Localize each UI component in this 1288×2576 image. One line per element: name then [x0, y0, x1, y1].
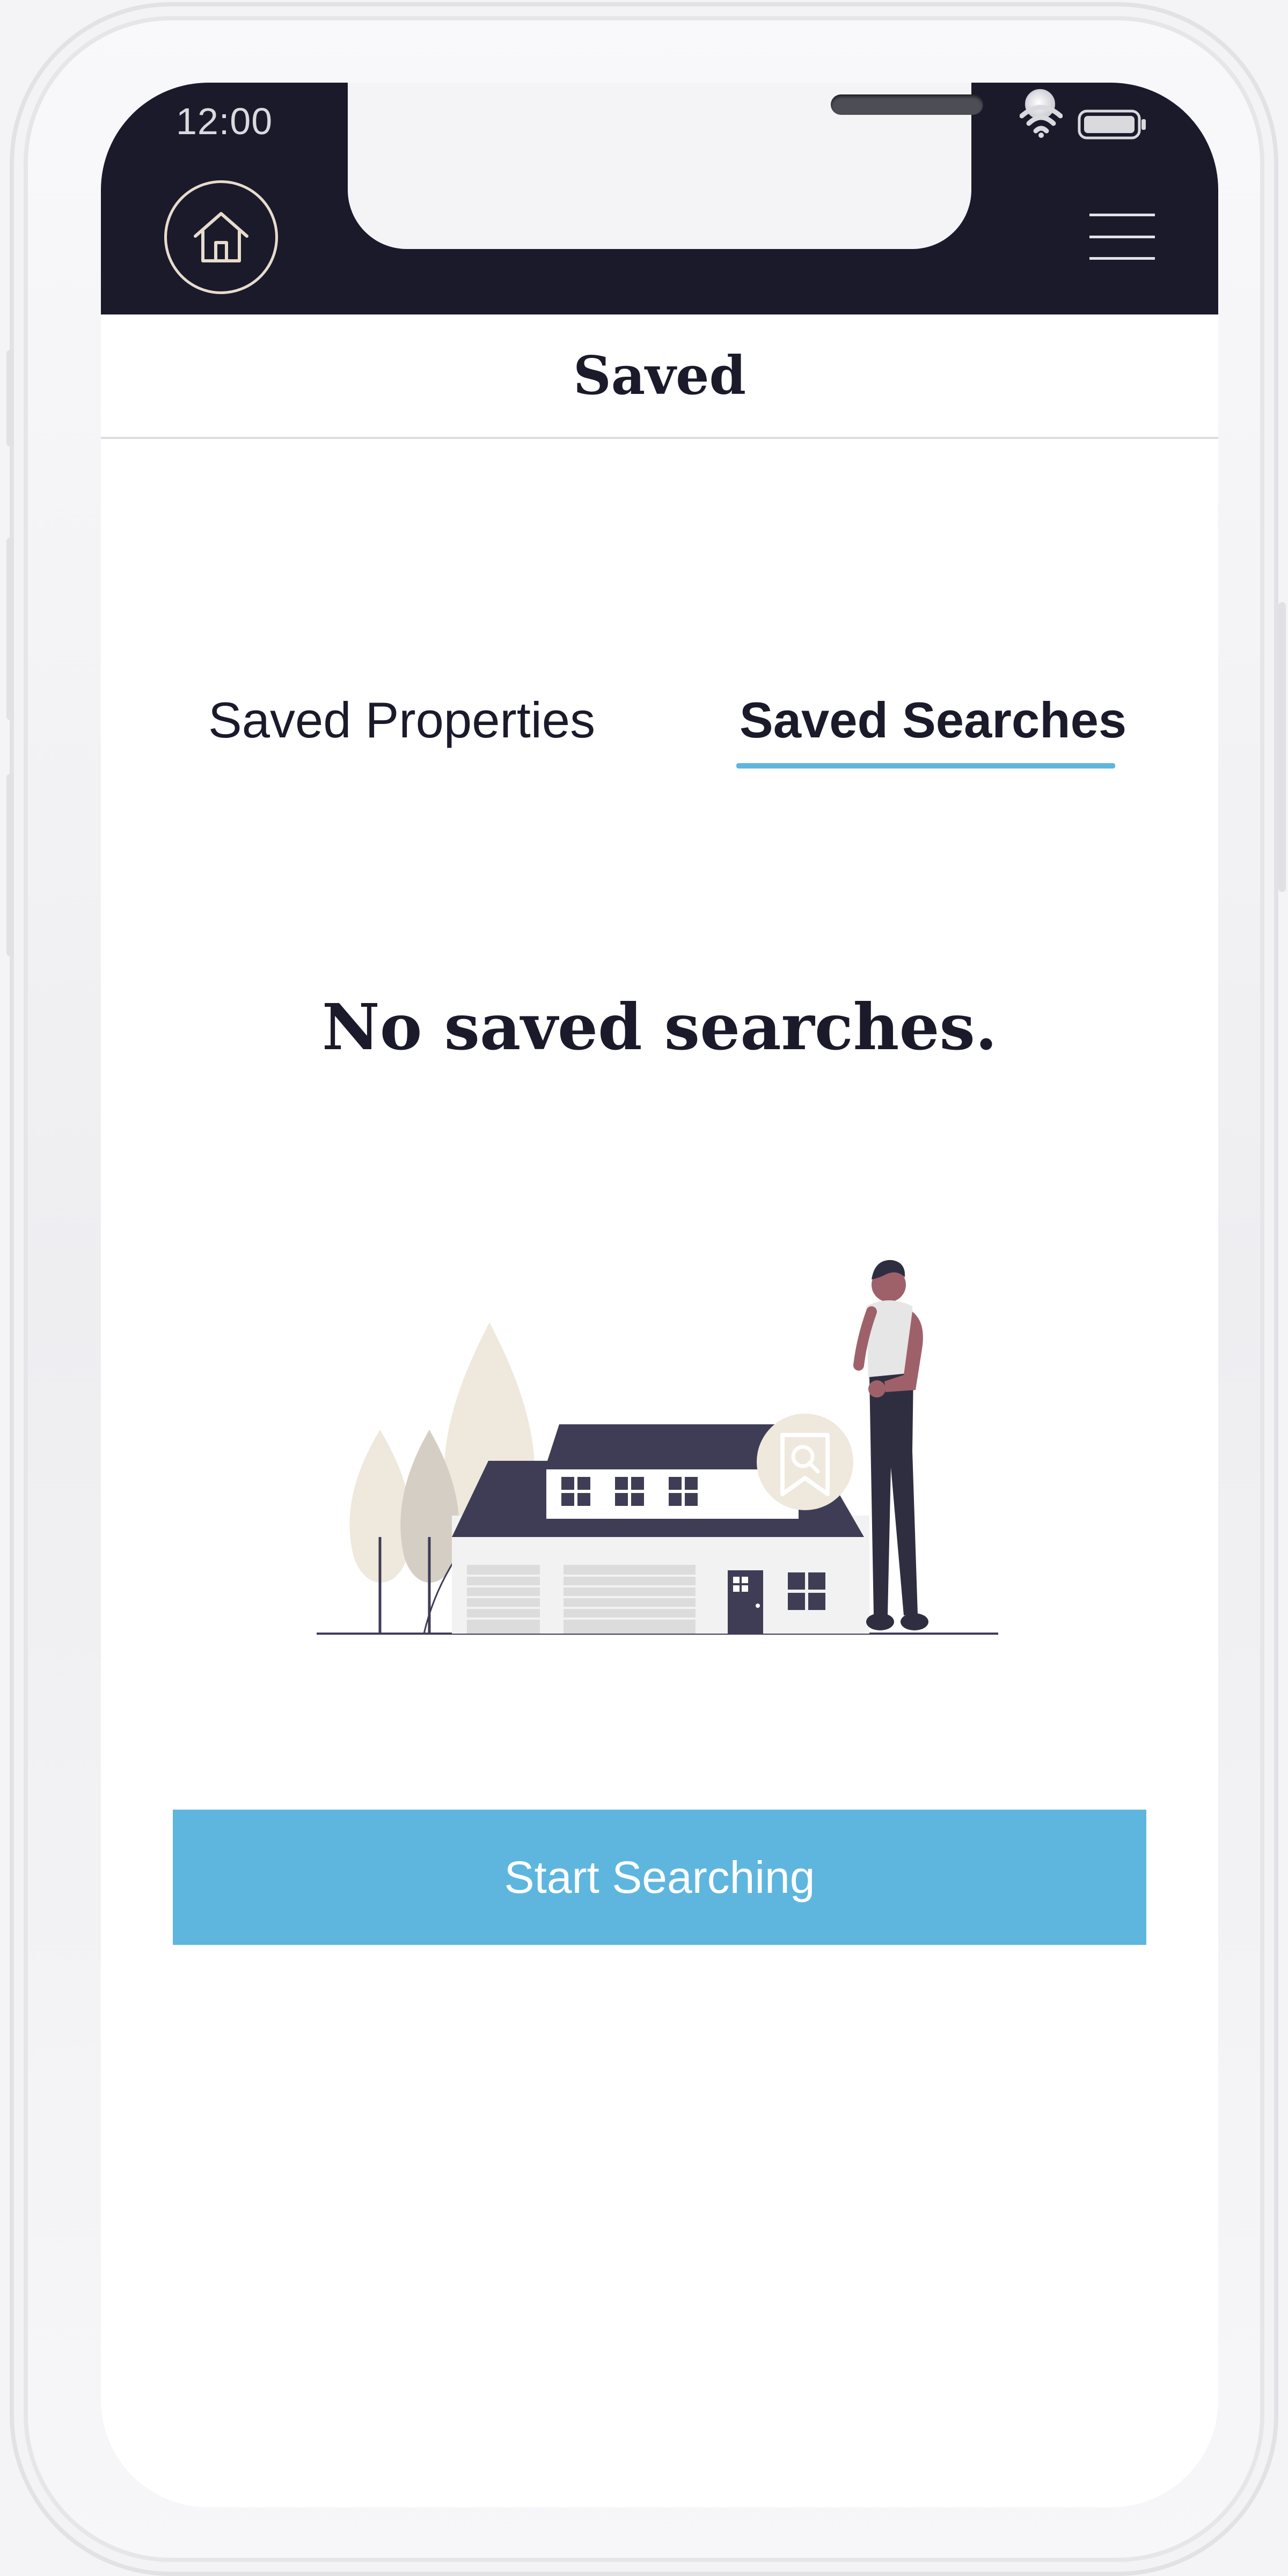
notch: [348, 83, 1055, 249]
start-searching-button[interactable]: Start Searching: [173, 1810, 1146, 1945]
tab-saved-searches[interactable]: Saved Searches: [740, 691, 1126, 749]
menu-line: [1089, 257, 1155, 260]
app-header: 12:00: [101, 83, 1218, 314]
home-button[interactable]: [164, 180, 278, 294]
wifi-icon: [1020, 105, 1063, 138]
volume-down-button: [6, 774, 14, 956]
volume-up-button: [6, 538, 14, 720]
power-button: [1278, 602, 1286, 892]
phone-frame: 12:00 Saved Saved Properties Saved Searc…: [6, 2, 1286, 2576]
menu-line: [1089, 214, 1155, 216]
menu-line: [1089, 235, 1155, 238]
side-button-left: [6, 350, 14, 447]
speaker-grille: [831, 94, 983, 115]
status-time: 12:00: [176, 100, 273, 142]
active-tab-indicator: [736, 763, 1115, 769]
hamburger-menu-button[interactable]: [1089, 214, 1155, 260]
screen: 12:00 Saved Saved Properties Saved Searc…: [101, 83, 1218, 2507]
house-icon: [194, 212, 248, 262]
page-title: Saved: [573, 345, 747, 407]
tab-saved-properties[interactable]: Saved Properties: [208, 691, 595, 749]
battery-icon: [1078, 109, 1146, 140]
house-with-person-illustration: [317, 1260, 998, 1635]
empty-state-message: No saved searches.: [321, 990, 998, 1064]
title-bar: Saved: [101, 314, 1218, 439]
